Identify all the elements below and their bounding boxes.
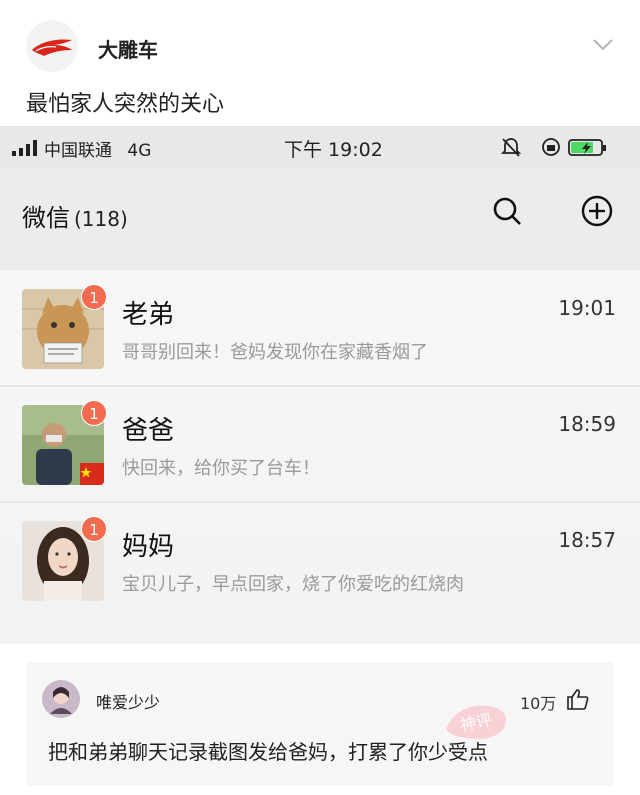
wechat-title: 微信 (118) [22,198,128,233]
chat-time: 18:57 [558,528,616,552]
battery-charging-icon [568,139,606,156]
carrier-label: 中国联通 4G [44,136,151,161]
chat-item-baba[interactable]: 1 爸爸 18:59 快回来，给你买了台车！ [0,386,640,502]
post-text: 最怕家人突然的关心 [26,92,225,117]
search-icon[interactable] [490,194,524,228]
wechat-title-text: 微信 [22,204,70,232]
author-name[interactable]: 大雕车 [98,34,158,63]
thumbs-up-icon[interactable] [566,688,590,710]
chat-preview: 宝贝儿子，早点回家，烧了你爱吃的红烧肉 [122,574,464,595]
wechat-header: 微信 (118) [0,168,640,270]
wechat-screenshot[interactable]: 中国联通 4G 下午 19:02 微信 (118) 1 老弟 19:01 哥哥别… [0,126,640,644]
chat-preview: 哥哥别回来！爸妈发现你在家藏香烟了 [122,342,428,363]
chat-time: 18:59 [558,412,616,436]
chat-name: 爸爸 [122,416,175,446]
carrier-name: 中国联通 [44,141,112,161]
like-count: 10万 [520,694,557,713]
unread-badge: 1 [81,516,107,542]
rotation-lock-icon [542,138,560,156]
unread-total: (118) [74,207,128,231]
network-type: 4G [127,141,152,161]
chat-item-mama[interactable]: 1 妈妈 18:57 宝贝儿子，早点回家，烧了你爱吃的红烧肉 [0,502,640,618]
chat-preview: 快回来，给你买了台车！ [122,458,320,479]
signal-strength-icon [12,140,37,156]
comment-text: 把和弟弟聊天记录截图发给爸妈，打累了你少受点 [48,740,488,764]
chat-time: 19:01 [558,296,616,320]
author-avatar[interactable] [26,20,78,72]
unread-badge: 1 [81,284,107,310]
status-time: 下午 19:02 [284,139,383,161]
add-circle-icon[interactable] [580,194,614,228]
mute-bell-icon [500,138,522,157]
chat-name: 妈妈 [122,532,175,562]
chat-list: 1 老弟 19:01 哥哥别回来！爸妈发现你在家藏香烟了 1 爸爸 18:59 … [0,270,640,644]
commenter-name[interactable]: 唯爱少少 [96,689,160,713]
chat-name: 老弟 [122,300,175,330]
chevron-down-icon[interactable] [592,38,614,52]
status-bar: 中国联通 4G 下午 19:02 [0,126,640,168]
post-header: 大雕车 [0,0,640,78]
chat-item-laodi[interactable]: 1 老弟 19:01 哥哥别回来！爸妈发现你在家藏香烟了 [0,270,640,386]
commenter-avatar[interactable] [42,680,80,718]
eagle-logo-icon [32,39,72,56]
unread-badge: 1 [81,400,107,426]
commenter-avatar-image [42,680,80,718]
comment-card[interactable]: 唯爱少少 神评 10万 把和弟弟聊天记录截图发给爸妈，打累了你少受点 [26,662,614,786]
